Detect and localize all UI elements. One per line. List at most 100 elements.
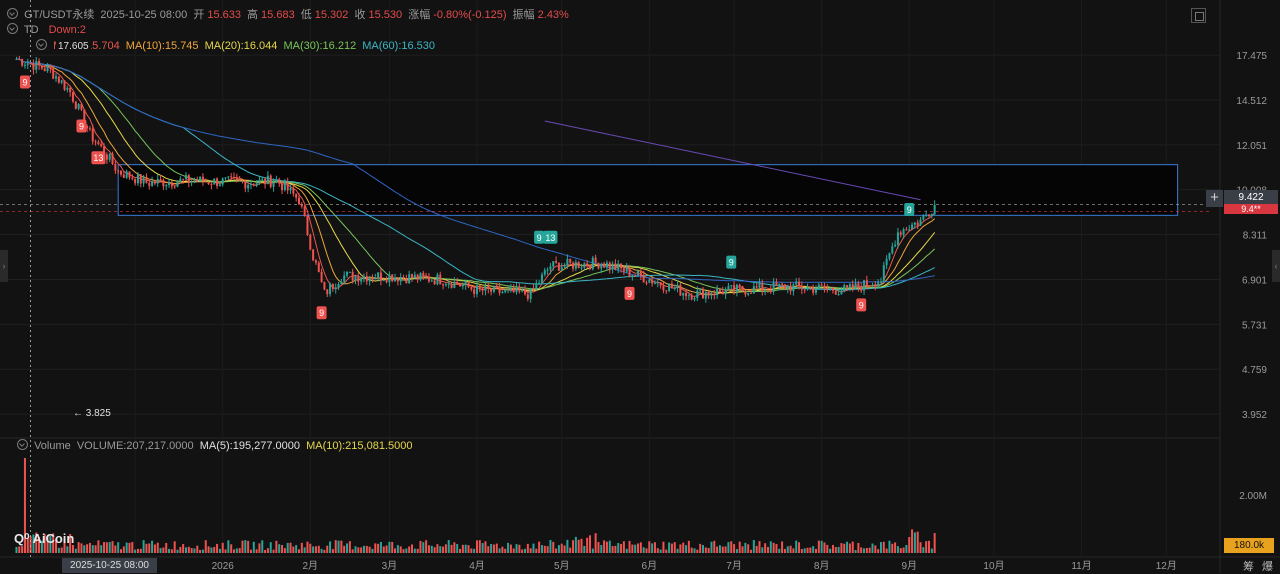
td-marker-label: 9 [79, 122, 84, 132]
volume-bar [783, 548, 786, 553]
candle-body [798, 281, 801, 286]
candle-body [857, 283, 860, 288]
liquidation-button[interactable]: 爆 [1262, 558, 1273, 574]
right-collapse-handle[interactable]: ‹ [1272, 250, 1280, 282]
volume-bar [605, 541, 608, 553]
volume-bar [846, 541, 849, 553]
candle-body [800, 285, 803, 290]
candle-body [614, 263, 617, 270]
td-marker-label: 9 [627, 289, 632, 299]
td-collapse-icon[interactable] [7, 23, 18, 34]
candle-body [413, 274, 416, 279]
price-chart[interactable]: 991399139999 17.47514.51212.05110.0088.3… [0, 0, 1280, 573]
volume-bar [733, 544, 736, 553]
volume-bar [475, 540, 478, 553]
volume-ma10: MA(10):215,081.5000 [306, 440, 413, 452]
candle-body [882, 265, 885, 282]
symbol-name[interactable]: GT/USDT永续 [24, 9, 94, 21]
candle-body [478, 285, 481, 289]
volume-bar [329, 541, 332, 553]
volume-bar [543, 545, 546, 553]
volume-bar [659, 549, 662, 553]
candle-body [718, 288, 721, 292]
y-axis: 17.47514.51212.05110.0088.3116.9015.7314… [1236, 51, 1267, 502]
volume-bar [665, 549, 668, 553]
td-name[interactable]: TD [24, 24, 39, 36]
volume-bar [795, 540, 798, 553]
volume-bar [470, 548, 473, 553]
volume-bar [574, 536, 577, 553]
candle-body [628, 267, 631, 277]
candle-body [411, 274, 413, 279]
range-box-rect [117, 164, 1179, 216]
fullscreen-icon[interactable] [1191, 8, 1206, 23]
volume-bar [837, 546, 840, 553]
candle-body [272, 182, 275, 187]
candle-body [365, 276, 368, 282]
candle-body [769, 290, 772, 292]
y-tick-label: 17.475 [1236, 51, 1267, 62]
candle-body [696, 290, 699, 298]
volume-bar [507, 542, 510, 553]
close-label: 收 [354, 9, 366, 21]
volume-name[interactable]: Volume [34, 440, 71, 452]
candle-body [885, 258, 888, 266]
candle-body [346, 272, 349, 276]
ma-collapse-icon[interactable] [36, 39, 47, 50]
candle-body [422, 272, 425, 276]
volume-bar [512, 548, 515, 553]
chips-button[interactable]: 筹 [1243, 558, 1254, 574]
candle-body [216, 178, 219, 186]
candle-body [179, 178, 182, 183]
candle-body [758, 282, 761, 288]
left-collapse-handle[interactable]: › [0, 250, 8, 282]
volume-bar [303, 547, 306, 553]
candle-body [151, 181, 154, 186]
candle-body [747, 292, 750, 295]
volume-bar [487, 546, 490, 553]
volume-bar [255, 549, 258, 553]
candle-body [49, 66, 52, 69]
volume-bar [165, 543, 168, 553]
volume-bar [230, 544, 233, 553]
volume-bar [337, 540, 340, 553]
collapse-icon[interactable] [7, 8, 18, 19]
candle-body [744, 290, 747, 295]
candle-body [874, 285, 877, 287]
ma30-value: MA(30):16.212 [283, 40, 357, 52]
volume-bar [272, 549, 275, 553]
candle-body [247, 184, 250, 189]
volume-bar [18, 546, 21, 553]
candle-body [269, 175, 272, 187]
high-label: 高 [247, 9, 259, 21]
volume-bar [600, 545, 603, 553]
candle-body [704, 292, 707, 299]
volume-bar [769, 541, 772, 553]
volume-bar [913, 532, 916, 553]
candle-body [854, 283, 857, 290]
candle-body [244, 181, 247, 189]
volume-bar [292, 546, 295, 553]
candle-body [727, 286, 730, 290]
volume-bar [815, 548, 817, 553]
volume-bar [346, 543, 349, 553]
volume-bar [860, 547, 863, 553]
td-marker-label: 9 [907, 205, 912, 215]
candle-body [795, 281, 798, 285]
candle-body [735, 284, 738, 292]
volume-bar [334, 540, 337, 553]
add-order-button[interactable]: + [1206, 190, 1223, 207]
volume-bar [854, 549, 857, 553]
volume-bar [151, 540, 154, 553]
volume-bar [831, 544, 834, 553]
volume-bar [735, 549, 738, 553]
volume-collapse-icon[interactable] [17, 439, 28, 450]
candle-body [738, 284, 741, 287]
candle-body [139, 174, 142, 184]
candle-body [713, 293, 716, 296]
candle-body [334, 287, 337, 289]
candle-body [840, 291, 843, 295]
candle-body [588, 265, 591, 270]
candle-body [131, 177, 134, 179]
candle-body [235, 177, 238, 180]
